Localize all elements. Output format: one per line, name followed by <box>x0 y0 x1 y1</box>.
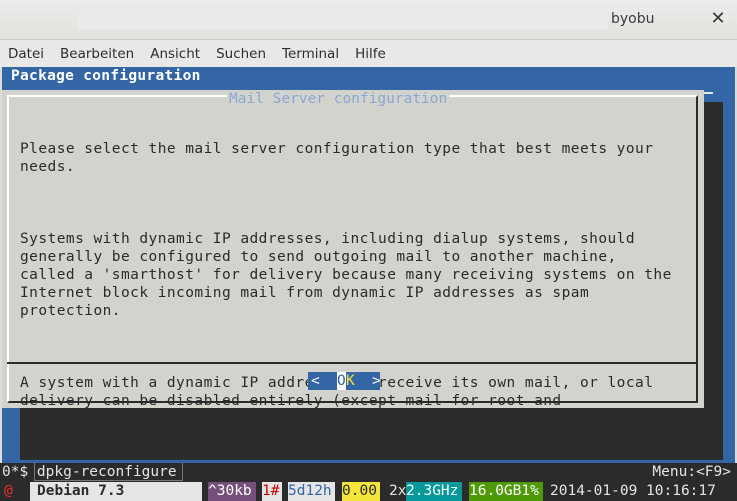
title-placeholder <box>78 12 608 30</box>
mail-server-dialog: Mail Server configuration Please select … <box>2 90 704 427</box>
cpu-frequency: 2.3GHz <box>406 482 462 501</box>
message-paragraph: Systems with dynamic IP addresses, inclu… <box>20 231 672 319</box>
menu-suchen[interactable]: Suchen <box>216 46 266 62</box>
menu-datei[interactable]: Datei <box>8 46 44 62</box>
ok-button-k: K <box>346 373 355 389</box>
os-release: Debian 7.3 <box>30 482 202 501</box>
ok-button-right-bracket: > <box>372 373 381 389</box>
cpu-count: 2x <box>389 483 407 499</box>
menu-bearbeiten[interactable]: Bearbeiten <box>60 46 134 62</box>
menu-hilfe[interactable]: Hilfe <box>355 46 386 62</box>
ok-button-o: O <box>337 372 346 390</box>
load-average: 0.00 <box>342 482 380 501</box>
message-paragraph: Please select the mail server configurat… <box>20 141 654 175</box>
active-window-outline <box>34 463 183 481</box>
menu-hint: Menu:<F9> <box>652 464 731 480</box>
window-count: 1# <box>262 482 282 501</box>
menu-terminal[interactable]: Terminal <box>282 46 339 62</box>
byobu-window-list: 0*$ dpkg-reconfigure Menu:<F9> <box>0 463 737 482</box>
ok-button[interactable]: < O K > <box>308 372 381 390</box>
logo-icon: @ <box>4 483 13 499</box>
byobu-status-bar: @ Debian 7.3 ^30kb 1# 5d12h 0.00 2x 2.3G… <box>0 482 737 501</box>
menu-ansicht[interactable]: Ansicht <box>150 46 200 62</box>
menu-bar: Datei Bearbeiten Ansicht Suchen Terminal… <box>0 40 737 67</box>
close-icon[interactable]: ✕ <box>709 8 727 30</box>
memory-usage: 16.0GB1% <box>469 482 543 501</box>
uptime: 5d12h <box>288 482 335 501</box>
window-title: byobu <box>611 11 655 27</box>
network-traffic: ^30kb <box>208 482 256 501</box>
ok-button-left-bracket: < <box>311 373 320 389</box>
date-time: 2014-01-09 10:16:17 <box>550 483 716 499</box>
terminal-area[interactable]: Package configuration Mail Server config… <box>2 67 735 463</box>
package-config-header: Package configuration <box>11 68 201 84</box>
window-titlebar: byobu ✕ <box>0 0 737 40</box>
